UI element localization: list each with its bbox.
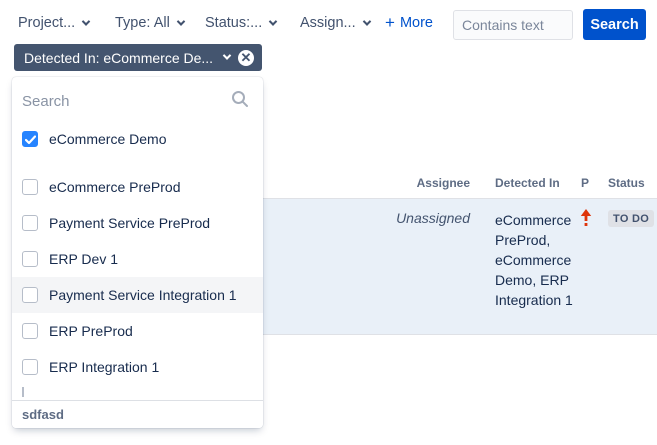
checkbox-icon[interactable] [22, 179, 38, 195]
dropdown-footer: sdfasd [12, 400, 263, 428]
column-header-status[interactable]: Status [608, 176, 645, 190]
option-clipped[interactable] [12, 387, 263, 397]
status-cell: TO DO [608, 209, 654, 227]
issues-table: Assignee Detected In P Status Unassigned… [263, 172, 657, 335]
detected-in-dropdown-panel: eCommerce Demo eCommerce PreProd Payment… [12, 77, 263, 428]
filter-bar: Project... Type: All Status:... Assign..… [0, 0, 657, 44]
more-filters-button[interactable]: + More [385, 15, 433, 31]
option-label: ERP Integration 1 [49, 359, 159, 375]
highest-priority-icon [579, 208, 593, 231]
type-filter-dropdown[interactable]: Type: All [115, 15, 184, 31]
checkbox-icon[interactable] [22, 323, 38, 339]
detected-in-cell: eCommerce PreProd, eCommerce Demo, ERP I… [495, 210, 577, 310]
option-label: eCommerce PreProd [49, 179, 181, 195]
search-button[interactable]: Search [583, 9, 646, 40]
chevron-down-icon [223, 51, 231, 59]
column-header-priority[interactable]: P [581, 176, 589, 190]
option-erp-preprod[interactable]: ERP PreProd [12, 313, 263, 349]
status-badge: TO DO [608, 210, 654, 227]
option-ecommerce-preprod[interactable]: eCommerce PreProd [12, 169, 263, 205]
checkbox-icon [22, 387, 24, 397]
chevron-down-icon [269, 17, 277, 25]
more-filters-label: More [400, 15, 433, 31]
detected-in-filter-chip[interactable]: Detected In: eCommerce De... ✕ [14, 44, 262, 71]
dropdown-option-list: eCommerce Demo eCommerce PreProd Payment… [12, 121, 263, 397]
option-erp-integration-1[interactable]: ERP Integration 1 [12, 349, 263, 385]
status-filter-label: Status:... [205, 15, 262, 31]
option-ecommerce-demo[interactable]: eCommerce Demo [12, 121, 263, 157]
checkbox-icon[interactable] [22, 215, 38, 231]
clear-filter-icon[interactable]: ✕ [238, 50, 254, 66]
project-filter-label: Project... [18, 15, 75, 31]
chevron-down-icon [82, 17, 90, 25]
option-label: ERP Dev 1 [49, 251, 118, 267]
chevron-down-icon [362, 17, 370, 25]
dropdown-search-input[interactable] [22, 89, 222, 113]
plus-icon: + [385, 16, 395, 30]
checkbox-checked-icon[interactable] [22, 131, 38, 147]
option-label: ERP PreProd [49, 323, 133, 339]
option-label: Payment Service PreProd [49, 215, 210, 231]
option-label: Payment Service Integration 1 [49, 287, 237, 303]
assignee-cell: Unassigned [323, 210, 470, 226]
table-row[interactable]: Unassigned eCommerce PreProd, eCommerce … [263, 198, 657, 335]
option-label: eCommerce Demo [49, 131, 166, 147]
search-icon [231, 90, 249, 113]
assignee-filter-dropdown[interactable]: Assign... [300, 15, 370, 31]
option-payment-service-integration-1[interactable]: Payment Service Integration 1 [12, 277, 263, 313]
option-erp-dev-1[interactable]: ERP Dev 1 [12, 241, 263, 277]
chevron-down-icon [177, 17, 185, 25]
detected-in-chip-label: Detected In: eCommerce De... [24, 50, 220, 66]
checkbox-icon[interactable] [22, 359, 38, 375]
assignee-filter-label: Assign... [300, 15, 356, 31]
type-filter-label: Type: All [115, 15, 170, 31]
checkbox-icon[interactable] [22, 287, 38, 303]
issue-filter-page: Assignee Detected In P Status Unassigned… [0, 0, 657, 445]
dropdown-search-row [12, 77, 263, 121]
status-filter-dropdown[interactable]: Status:... [205, 15, 276, 31]
project-filter-dropdown[interactable]: Project... [18, 15, 89, 31]
column-header-detected-in[interactable]: Detected In [495, 176, 560, 190]
dropdown-footer-text: sdfasd [22, 407, 64, 422]
column-header-assignee[interactable]: Assignee [323, 176, 470, 190]
checkbox-icon[interactable] [22, 251, 38, 267]
contains-text-input[interactable] [453, 10, 573, 40]
option-payment-service-preprod[interactable]: Payment Service PreProd [12, 205, 263, 241]
table-header-row: Assignee Detected In P Status [263, 172, 657, 198]
